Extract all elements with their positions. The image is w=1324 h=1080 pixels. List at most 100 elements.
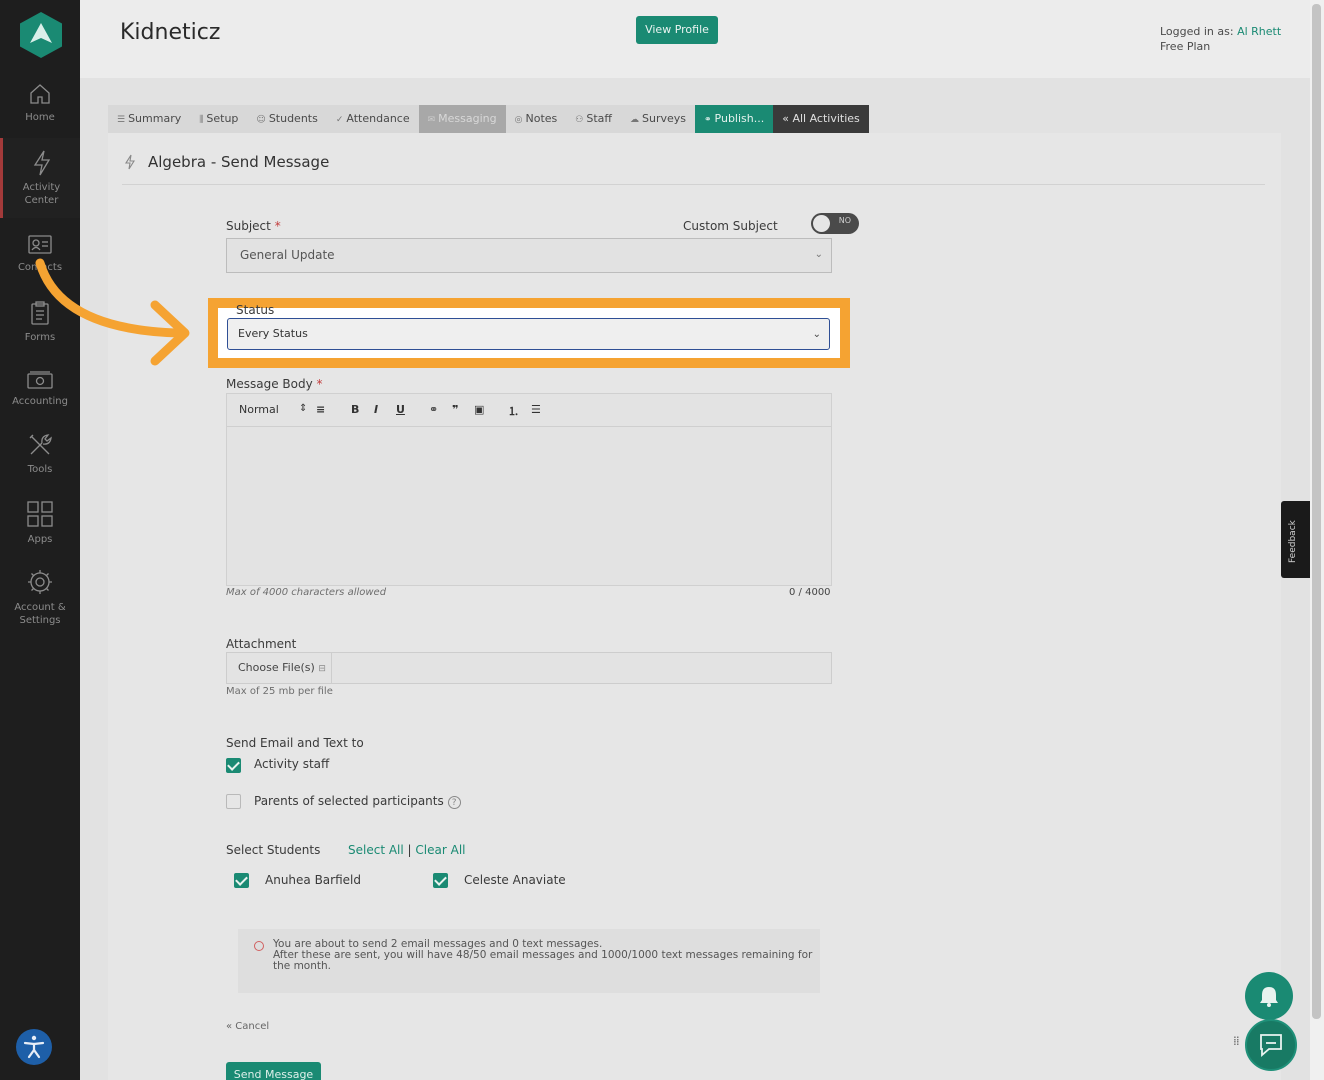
- sidebar-item-label: Settings: [19, 615, 61, 626]
- tab-staff[interactable]: ⚇ Staff: [566, 105, 621, 133]
- lightning-icon: [125, 154, 135, 170]
- message-body-label: Message Body *: [226, 377, 323, 391]
- cloud-icon: ☁: [629, 115, 639, 125]
- page-scrollbar[interactable]: [1310, 0, 1324, 1080]
- brand-name: Kidneticz: [120, 20, 221, 45]
- bell-icon: [1260, 987, 1278, 1007]
- bold-icon[interactable]: B: [351, 403, 359, 416]
- tab-surveys[interactable]: ☁ Surveys: [620, 105, 695, 133]
- link-icon[interactable]: ⚭: [429, 403, 438, 416]
- students-icon: ☺: [256, 115, 266, 125]
- send-message-button[interactable]: Send Message: [226, 1062, 321, 1080]
- chevron-down-icon: ⌄: [812, 329, 821, 340]
- status-label: Status: [236, 303, 275, 317]
- subject-select[interactable]: General Update ⌄: [226, 238, 832, 273]
- tab-setup[interactable]: ⫼ Setup: [190, 105, 248, 133]
- money-icon: [27, 371, 53, 389]
- select-all-link[interactable]: Select All: [348, 843, 404, 857]
- student-name: Celeste Anaviate: [464, 873, 566, 887]
- plan-label: Free Plan: [1160, 40, 1211, 53]
- send-notice: You are about to send 2 email messages a…: [238, 929, 820, 993]
- scrollbar-thumb[interactable]: [1312, 4, 1321, 1019]
- status-select[interactable]: Every Status ⌄: [227, 318, 830, 350]
- sidebar-item-label: Home: [25, 112, 55, 123]
- summary-icon: ☰: [117, 115, 126, 125]
- sidebar-item-label: Activity: [22, 182, 61, 193]
- help-icon[interactable]: ?: [447, 796, 461, 809]
- tab-all-activities[interactable]: « All Activities: [773, 105, 869, 133]
- clear-all-link[interactable]: Clear All: [415, 843, 465, 857]
- format-select[interactable]: Normal: [239, 403, 279, 416]
- notifications-button[interactable]: [1245, 972, 1293, 1020]
- warning-icon: [254, 941, 264, 951]
- accessibility-icon: [23, 1035, 45, 1059]
- toggle-knob: [813, 215, 830, 232]
- tab-messaging[interactable]: ✉ Messaging: [418, 105, 506, 133]
- tab-summary[interactable]: ☰ Summary: [108, 105, 191, 133]
- sidebar-item-apps[interactable]: Apps: [0, 500, 80, 546]
- message-editor[interactable]: Normal ⇕ ≡ B I U ⚭ ❞ ▣ ⒈ ☰: [226, 393, 832, 586]
- drag-handle-icon[interactable]: ⁞⁞: [1233, 1035, 1240, 1047]
- app-logo[interactable]: [20, 12, 62, 58]
- view-profile-button[interactable]: View Profile: [636, 16, 718, 44]
- student-name: Anuhea Barfield: [265, 873, 361, 887]
- tab-publish[interactable]: ⚭ Publish...: [694, 105, 774, 133]
- bullet-list-icon[interactable]: ☰: [531, 403, 541, 416]
- top-bar: Kidneticz View Profile Logged in as: Al …: [80, 0, 1310, 78]
- choose-files-button[interactable]: Choose File(s) ⊟: [227, 653, 332, 683]
- chat-button[interactable]: [1245, 1019, 1297, 1071]
- sidebar-item-account-settings[interactable]: Account & Settings: [0, 568, 80, 627]
- chat-icon: [1260, 1034, 1282, 1057]
- align-icon[interactable]: ≡: [316, 403, 325, 416]
- char-count: 0 / 4000: [789, 587, 831, 598]
- sidebar-item-label: Accounting: [12, 396, 68, 407]
- student-checkbox[interactable]: [433, 873, 448, 888]
- feedback-tab[interactable]: Feedback: [1281, 501, 1310, 578]
- status-highlight: Status Every Status ⌄: [208, 298, 850, 368]
- attachment-label: Attachment: [226, 637, 297, 651]
- select-clear-links: Select All | Clear All: [348, 843, 466, 857]
- student-checkbox[interactable]: [234, 873, 249, 888]
- message-icon: ✉: [427, 115, 436, 125]
- gear-icon: [28, 570, 52, 594]
- underline-icon[interactable]: U: [396, 403, 405, 416]
- image-icon[interactable]: ▣: [474, 403, 484, 416]
- cancel-link[interactable]: « Cancel: [226, 1021, 269, 1032]
- subject-label: Subject *: [226, 219, 281, 233]
- ordered-list-icon[interactable]: ⒈: [508, 403, 519, 419]
- lightning-icon: [33, 150, 50, 176]
- custom-subject-toggle[interactable]: NO: [811, 213, 859, 234]
- tab-students[interactable]: ☺ Students: [247, 105, 327, 133]
- sidebar-item-activity-center[interactable]: Activity Center: [0, 138, 80, 218]
- sidebar-item-tools[interactable]: Tools: [0, 432, 80, 476]
- chevron-down-icon: ⌄: [814, 249, 823, 260]
- send-message-card: Algebra - Send Message Subject * Custom …: [108, 133, 1281, 1080]
- sidebar-item-accounting[interactable]: Accounting: [0, 370, 80, 408]
- tab-notes[interactable]: ◎ Notes: [505, 105, 567, 133]
- check-icon: ✓: [335, 115, 344, 125]
- editor-toolbar: Normal ⇕ ≡ B I U ⚭ ❞ ▣ ⒈ ☰: [227, 394, 831, 427]
- accessibility-button[interactable]: [16, 1029, 52, 1065]
- notice-text: You are about to send 2 email messages a…: [273, 938, 813, 972]
- parents-checkbox[interactable]: [226, 794, 241, 809]
- notes-icon: ◎: [514, 115, 523, 125]
- tab-attendance[interactable]: ✓ Attendance: [326, 105, 419, 133]
- italic-icon[interactable]: I: [374, 403, 378, 416]
- home-icon: [30, 84, 50, 104]
- tools-icon: [29, 434, 52, 455]
- divider: [122, 184, 1265, 185]
- parents-label: Parents of selected participants ?: [254, 794, 461, 809]
- sidebar-item-home[interactable]: Home: [0, 82, 80, 124]
- user-link[interactable]: Al Rhett: [1237, 25, 1281, 38]
- file-input[interactable]: Choose File(s) ⊟: [226, 652, 832, 684]
- format-chevron-icon: ⇕: [299, 403, 308, 414]
- body-hint: Max of 4000 characters allowed: [226, 587, 387, 598]
- attachment-hint: Max of 25 mb per file: [226, 686, 333, 697]
- send-to-label: Send Email and Text to: [226, 736, 364, 750]
- apps-grid-icon: [27, 501, 53, 527]
- sidebar: Home Activity Center Contacts Forms Acco…: [0, 0, 80, 1080]
- link-icon: ⚭: [703, 115, 712, 125]
- activity-staff-checkbox[interactable]: [226, 758, 241, 773]
- contacts-icon: [28, 235, 52, 254]
- quote-icon[interactable]: ❞: [452, 403, 458, 416]
